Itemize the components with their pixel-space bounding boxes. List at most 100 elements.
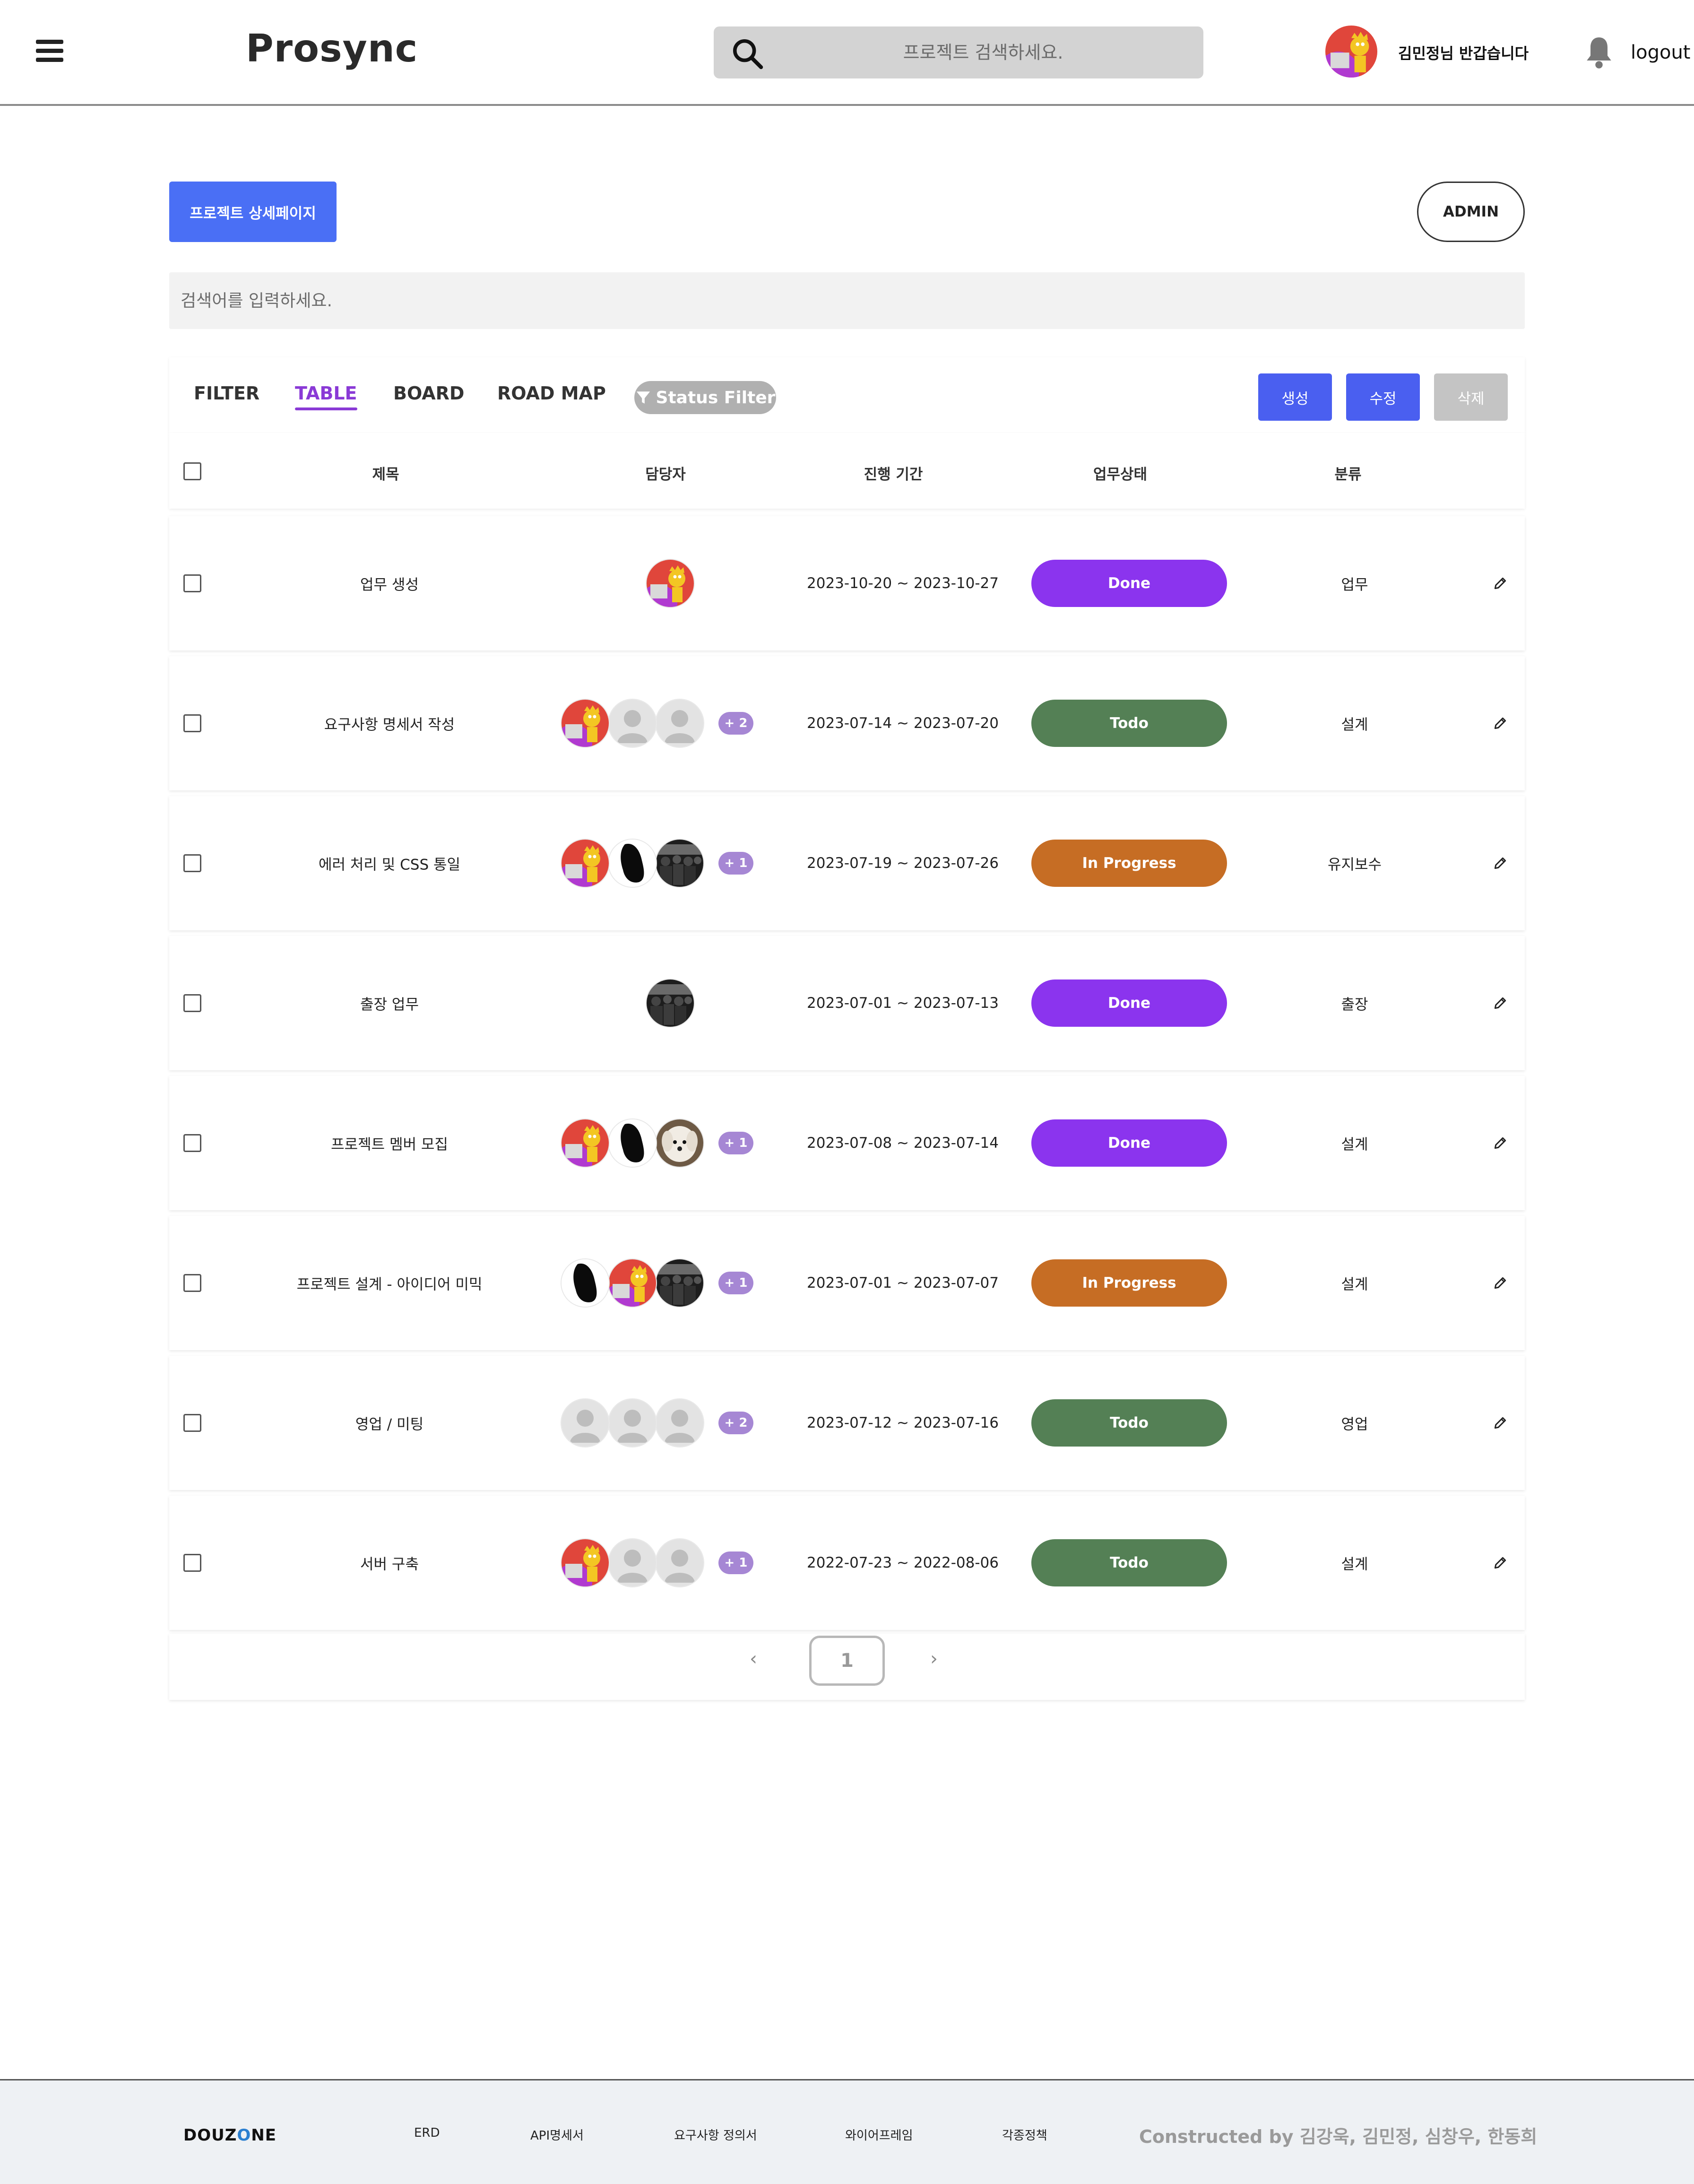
task-search-input[interactable] <box>169 272 1525 329</box>
footer-link-erd[interactable]: ERD <box>414 2126 440 2140</box>
project-detail-button[interactable]: 프로젝트 상세페이지 <box>169 182 337 242</box>
pencil-icon[interactable] <box>1493 716 1508 731</box>
pencil-icon[interactable] <box>1493 1135 1508 1151</box>
row-checkbox[interactable] <box>183 714 201 732</box>
table-row[interactable]: 요구사항 명세서 작성 + 2 2023-07-14 ~ 2023-07-20 Tod… <box>169 656 1525 790</box>
logout-link[interactable]: logout <box>1631 42 1690 63</box>
task-title[interactable]: 요구사항 명세서 작성 <box>324 713 455 734</box>
row-checkbox[interactable] <box>183 1274 201 1292</box>
task-title[interactable]: 출장 업무 <box>360 993 419 1014</box>
task-title[interactable]: 에러 처리 및 CSS 통일 <box>319 853 460 874</box>
table-row[interactable]: 프로젝트 설계 - 아이디어 미믹 + 1 2023-07-01 ~ 2023-07… <box>169 1216 1525 1350</box>
page-number-button[interactable]: 1 <box>809 1636 885 1686</box>
task-title[interactable]: 업무 생성 <box>360 573 419 594</box>
assignee-avatar <box>655 699 704 748</box>
column-header-period[interactable]: 진행 기간 <box>864 462 923 484</box>
admin-button[interactable]: ADMIN <box>1417 182 1525 242</box>
footer-link-wireframe[interactable]: 와이어프레임 <box>845 2126 913 2143</box>
table-row[interactable]: 서버 구축 + 1 2022-07-23 ~ 2022-08-06 Todo 설계 <box>169 1496 1525 1630</box>
assignee-avatar <box>655 839 704 888</box>
pagination: ‹ 1 › <box>169 1634 1525 1700</box>
table-row[interactable]: 영업 / 미팅 + 2 2023-07-12 ~ 2023-07-16 Todo 영업 <box>169 1356 1525 1490</box>
table-row[interactable]: 에러 처리 및 CSS 통일 + 1 2023-07-19 ~ 2023-07-26… <box>169 796 1525 930</box>
table-row[interactable]: 출장 업무 2023-07-01 ~ 2023-07-13 Done 출장 <box>169 936 1525 1070</box>
assignee-avatar <box>655 1538 704 1587</box>
pencil-icon[interactable] <box>1493 1415 1508 1430</box>
pencil-icon[interactable] <box>1493 1275 1508 1291</box>
status-badge[interactable]: Todo <box>1031 1539 1227 1586</box>
project-search-bar <box>714 26 1203 78</box>
status-badge[interactable]: In Progress <box>1031 840 1227 887</box>
assignee-avatar <box>561 1398 610 1447</box>
view-tab-bar: FILTER TABLE BOARD ROAD MAP Status Filte… <box>169 357 1525 433</box>
select-all-checkbox[interactable] <box>183 462 201 480</box>
user-avatar[interactable] <box>1325 26 1377 78</box>
pencil-icon[interactable] <box>1493 1555 1508 1570</box>
task-category: 설계 <box>1341 1136 1368 1153</box>
assignee-avatars[interactable]: + 2 <box>561 699 753 748</box>
status-badge[interactable]: Done <box>1031 979 1227 1027</box>
tab-filter[interactable]: FILTER <box>194 383 259 404</box>
column-header-title[interactable]: 제목 <box>372 462 399 484</box>
task-title[interactable]: 프로젝트 멤버 모집 <box>331 1133 448 1154</box>
row-checkbox[interactable] <box>183 1414 201 1432</box>
assignee-avatars[interactable]: + 1 <box>561 1258 753 1308</box>
brand-logo[interactable]: Prosync <box>246 26 418 70</box>
tab-board[interactable]: BOARD <box>393 383 464 404</box>
task-category: 업무 <box>1341 576 1368 594</box>
status-badge[interactable]: Done <box>1031 1119 1227 1167</box>
assignee-avatars[interactable]: + 1 <box>561 839 753 888</box>
task-title[interactable]: 영업 / 미팅 <box>355 1413 424 1434</box>
create-button[interactable]: 생성 <box>1258 373 1332 421</box>
table-header: 제목 담당자 진행 기간 업무상태 분류 <box>169 433 1525 509</box>
task-period: 2023-07-12 ~ 2023-07-16 <box>807 1414 999 1431</box>
filter-icon <box>636 391 650 404</box>
search-icon[interactable] <box>731 37 764 70</box>
column-header-assignee[interactable]: 담당자 <box>645 462 686 484</box>
assignee-avatars[interactable]: + 1 <box>561 1538 753 1587</box>
pencil-icon[interactable] <box>1493 856 1508 871</box>
assignee-avatars[interactable]: + 1 <box>561 1118 753 1168</box>
status-filter-button[interactable]: Status Filter <box>634 381 776 414</box>
delete-button[interactable]: 삭제 <box>1434 373 1508 421</box>
tab-table[interactable]: TABLE <box>295 383 357 410</box>
row-checkbox[interactable] <box>183 574 201 592</box>
project-search-input[interactable] <box>780 26 1186 78</box>
column-header-status[interactable]: 업무상태 <box>1093 462 1147 484</box>
assignee-avatar <box>608 1118 657 1168</box>
row-checkbox[interactable] <box>183 854 201 872</box>
task-title[interactable]: 프로젝트 설계 - 아이디어 미믹 <box>297 1273 483 1294</box>
footer-link-policies[interactable]: 각종정책 <box>1002 2126 1047 2143</box>
task-period: 2023-10-20 ~ 2023-10-27 <box>807 575 999 592</box>
next-page-button[interactable]: › <box>930 1648 938 1670</box>
pencil-icon[interactable] <box>1493 996 1508 1011</box>
assignee-avatar <box>561 1118 610 1168</box>
row-checkbox[interactable] <box>183 994 201 1012</box>
assignee-avatars[interactable] <box>646 559 695 608</box>
footer-link-api-spec[interactable]: API명세서 <box>530 2126 584 2143</box>
extra-assignees-badge: + 1 <box>718 852 753 875</box>
row-checkbox[interactable] <box>183 1134 201 1152</box>
status-badge[interactable]: Done <box>1031 560 1227 607</box>
column-header-category[interactable]: 분류 <box>1334 462 1361 484</box>
tab-road-map[interactable]: ROAD MAP <box>497 383 606 404</box>
assignee-avatar <box>608 1258 657 1308</box>
hamburger-menu-icon[interactable] <box>36 40 63 62</box>
edit-button[interactable]: 수정 <box>1346 373 1420 421</box>
task-title[interactable]: 서버 구축 <box>360 1552 419 1574</box>
status-badge[interactable]: In Progress <box>1031 1259 1227 1307</box>
assignee-avatars[interactable] <box>646 979 695 1028</box>
status-badge[interactable]: Todo <box>1031 1399 1227 1447</box>
assignee-avatar <box>608 1538 657 1587</box>
prev-page-button[interactable]: ‹ <box>750 1648 757 1670</box>
pencil-icon[interactable] <box>1493 576 1508 591</box>
footer-link-requirements[interactable]: 요구사항 정의서 <box>674 2126 757 2143</box>
table-row[interactable]: 업무 생성 2023-10-20 ~ 2023-10-27 Done 업무 <box>169 516 1525 650</box>
row-checkbox[interactable] <box>183 1554 201 1572</box>
status-badge[interactable]: Todo <box>1031 700 1227 747</box>
table-row[interactable]: 프로젝트 멤버 모집 + 1 2023-07-08 ~ 2023-07-14 Done… <box>169 1076 1525 1210</box>
assignee-avatars[interactable]: + 2 <box>561 1398 753 1447</box>
task-period: 2023-07-08 ~ 2023-07-14 <box>807 1135 999 1152</box>
bell-icon[interactable] <box>1584 35 1614 69</box>
assignee-avatar <box>646 559 695 608</box>
